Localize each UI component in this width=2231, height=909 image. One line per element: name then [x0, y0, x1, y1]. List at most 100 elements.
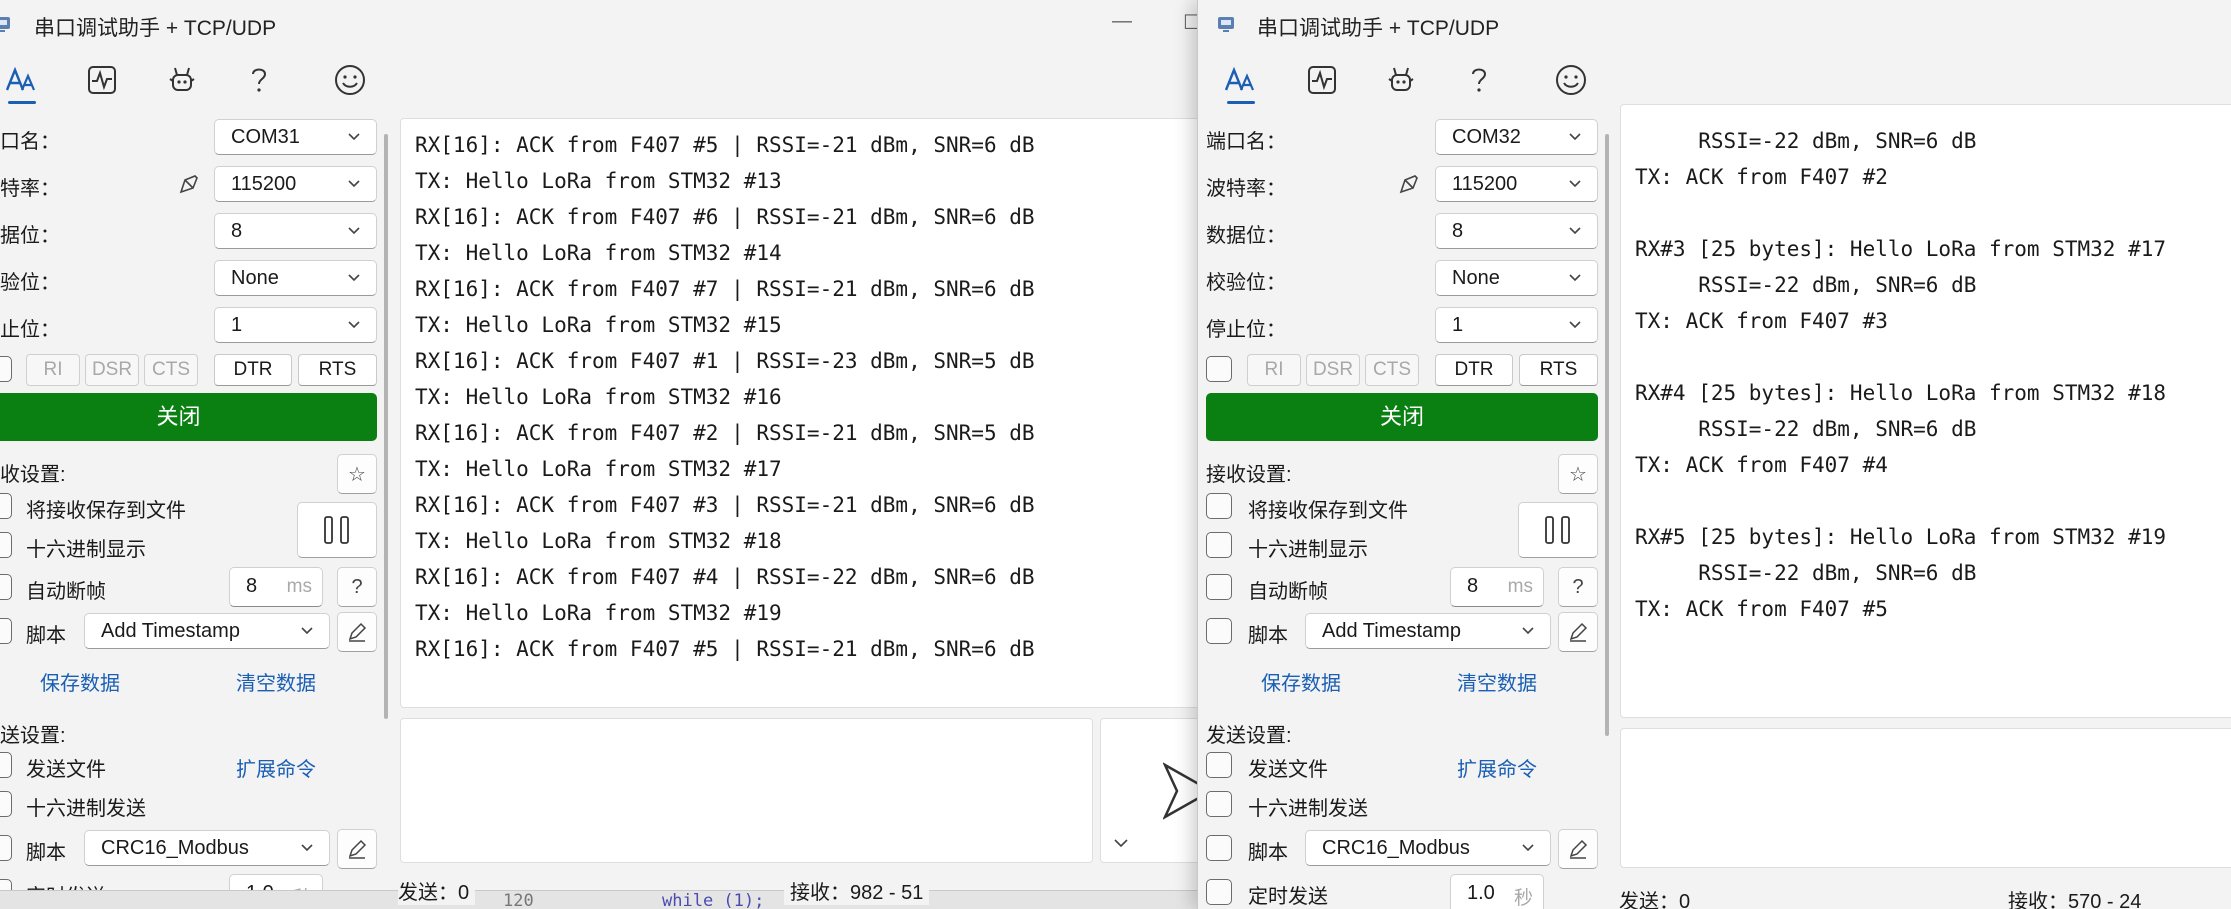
parity-value: None	[1452, 267, 1500, 289]
timer-input[interactable]: 1.0 秒	[1450, 874, 1544, 909]
recv-line: TX: Hello LoRa from STM32 #19	[415, 601, 782, 625]
baud-value: 115200	[231, 173, 297, 195]
send-script-checkbox[interactable]	[0, 835, 12, 861]
chevron-down-icon	[1569, 133, 1581, 141]
recv-script-checkbox[interactable]	[1206, 618, 1232, 644]
hex-send-label: 十六进制发送	[26, 798, 146, 820]
ext-cmd-link[interactable]: 扩展命令	[236, 753, 316, 782]
hex-send-checkbox[interactable]	[0, 791, 12, 817]
save-to-file-checkbox[interactable]	[1206, 493, 1232, 519]
edit-icon[interactable]	[1558, 612, 1598, 652]
clear-data-link[interactable]: 清空数据	[1457, 667, 1537, 696]
smiley-icon[interactable]	[330, 60, 370, 100]
pause-button[interactable]	[297, 502, 377, 558]
panel-scrollbar[interactable]	[384, 134, 388, 719]
send-script-select[interactable]: CRC16_Modbus	[1305, 830, 1551, 866]
recv-textarea[interactable]: RX[16]: ACK from F407 #5 | RSSI=-21 dBm,…	[400, 118, 1197, 708]
pause-button[interactable]	[1518, 502, 1598, 558]
recv-line	[1635, 195, 2231, 231]
port-select[interactable]: COM31	[214, 119, 377, 155]
close-port-button[interactable]: 关闭	[1206, 393, 1598, 441]
recv-line: TX: ACK from F407 #2	[1635, 165, 1888, 189]
hex-display-label: 十六进制显示	[1248, 539, 1368, 561]
auto-frame-label: 自动断帧	[1248, 581, 1328, 603]
send-script-value: CRC16_Modbus	[1322, 837, 1470, 859]
send-textarea[interactable]	[1620, 728, 2231, 868]
font-icon[interactable]	[2, 60, 42, 104]
signal-checkbox[interactable]	[0, 356, 12, 382]
auto-frame-unit: ms	[1507, 576, 1533, 597]
save-to-file-checkbox[interactable]	[0, 493, 12, 519]
close-port-button[interactable]: 关闭	[0, 393, 377, 441]
chevron-down-icon[interactable]	[1111, 833, 1131, 853]
pen-icon[interactable]	[175, 170, 203, 198]
auto-frame-input[interactable]: 8 ms	[1450, 567, 1544, 607]
signal-checkbox[interactable]	[1206, 356, 1232, 382]
minimize-icon[interactable]: —	[1112, 10, 1132, 33]
help-icon[interactable]	[239, 60, 279, 100]
auto-frame-input[interactable]: 8 ms	[229, 567, 323, 607]
plugin-icon[interactable]	[162, 60, 202, 100]
smiley-icon[interactable]	[1551, 60, 1591, 100]
send-button[interactable]	[1100, 718, 1197, 863]
databits-select[interactable]: 8	[1435, 213, 1598, 249]
panel-scrollbar[interactable]	[1605, 134, 1609, 736]
parity-select[interactable]: None	[1435, 260, 1598, 296]
recv-script-select[interactable]: Add Timestamp	[84, 613, 330, 649]
baud-select[interactable]: 115200	[214, 166, 377, 202]
databits-select[interactable]: 8	[214, 213, 377, 249]
stopbits-select[interactable]: 1	[214, 307, 377, 343]
recv-script-checkbox[interactable]	[0, 618, 12, 644]
waveform-icon[interactable]	[1302, 60, 1342, 100]
auto-frame-help-button[interactable]: ?	[1558, 567, 1598, 607]
hex-display-checkbox[interactable]	[0, 532, 12, 558]
baud-value: 115200	[1452, 173, 1518, 195]
auto-frame-checkbox[interactable]	[1206, 574, 1232, 600]
recv-line: RX[16]: ACK from F407 #1 | RSSI=-23 dBm,…	[415, 349, 1035, 373]
star-icon[interactable]: ☆	[1558, 454, 1598, 494]
font-icon[interactable]	[1221, 60, 1261, 104]
dsr-indicator: DSR	[85, 354, 139, 386]
recv-textarea[interactable]: RSSI=-22 dBm, SNR=6 dB TX: ACK from F407 …	[1620, 104, 2231, 718]
title-bar[interactable]: 串口调试助手 + TCP/UDP	[1198, 0, 2231, 48]
recv-line: TX: Hello LoRa from STM32 #17	[415, 457, 782, 481]
waveform-icon[interactable]	[82, 60, 122, 100]
save-data-link[interactable]: 保存数据	[1261, 667, 1341, 696]
hex-display-checkbox[interactable]	[1206, 532, 1232, 558]
hex-send-checkbox[interactable]	[1206, 791, 1232, 817]
edit-icon[interactable]	[337, 612, 377, 652]
pen-icon[interactable]	[1395, 170, 1423, 198]
send-textarea[interactable]	[400, 718, 1093, 863]
plugin-icon[interactable]	[1381, 60, 1421, 100]
edit-icon[interactable]	[1558, 829, 1598, 869]
stopbits-select[interactable]: 1	[1435, 307, 1598, 343]
send-script-select[interactable]: CRC16_Modbus	[84, 830, 330, 866]
dtr-button[interactable]: DTR	[1435, 354, 1513, 386]
help-icon[interactable]	[1459, 60, 1499, 100]
send-script-checkbox[interactable]	[1206, 835, 1232, 861]
clear-data-link[interactable]: 清空数据	[236, 667, 316, 696]
recv-line	[1635, 339, 2231, 375]
rts-button[interactable]: RTS	[298, 354, 377, 386]
port-select[interactable]: COM32	[1435, 119, 1598, 155]
recv-line: RX[16]: ACK from F407 #5 | RSSI=-21 dBm,…	[415, 133, 1035, 157]
baud-select[interactable]: 115200	[1435, 166, 1598, 202]
dtr-button[interactable]: DTR	[214, 354, 292, 386]
send-file-checkbox[interactable]	[1206, 752, 1232, 778]
auto-frame-checkbox[interactable]	[0, 574, 12, 600]
recv-line: TX: ACK from F407 #3	[1635, 309, 1888, 333]
edit-icon[interactable]	[337, 829, 377, 869]
maximize-icon[interactable]: ☐	[1183, 10, 1197, 35]
timer-send-checkbox[interactable]	[1206, 879, 1232, 905]
parity-select[interactable]: None	[214, 260, 377, 296]
save-data-link[interactable]: 保存数据	[40, 667, 120, 696]
title-bar[interactable]: 串口调试助手 + TCP/UDP — ☐	[0, 0, 1197, 48]
auto-frame-help-button[interactable]: ?	[337, 567, 377, 607]
send-script-label: 脚本	[1248, 842, 1288, 864]
ext-cmd-link[interactable]: 扩展命令	[1457, 753, 1537, 782]
left-window: 串口调试助手 + TCP/UDP — ☐ 端口名： COM31 波特率： 115…	[0, 0, 1197, 909]
recv-script-select[interactable]: Add Timestamp	[1305, 613, 1551, 649]
send-file-checkbox[interactable]	[0, 752, 12, 778]
rts-button[interactable]: RTS	[1519, 354, 1598, 386]
star-icon[interactable]: ☆	[337, 454, 377, 494]
